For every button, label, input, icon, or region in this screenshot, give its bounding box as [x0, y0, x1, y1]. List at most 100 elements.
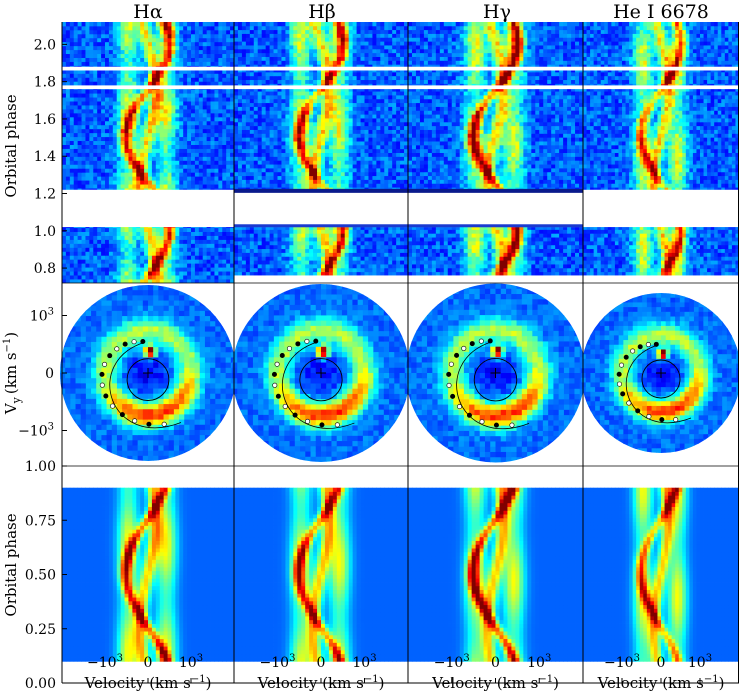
- trailed-pixel: [74, 89, 78, 93]
- trailed-pixel: [82, 172, 86, 176]
- trailed-pixel: [132, 105, 136, 109]
- trailed-pixel: [62, 172, 66, 176]
- trailed-pixel: [62, 184, 66, 188]
- trailed-pixel: [187, 77, 191, 81]
- trailed-pixel: [70, 232, 74, 236]
- trailed-pixel: [132, 93, 136, 97]
- trailed-pixel: [105, 255, 109, 259]
- trailed-pixel: [97, 160, 101, 164]
- trailed-pixel: [144, 156, 148, 160]
- trailed-pixel: [207, 271, 211, 275]
- trailed-pixel: [183, 77, 187, 81]
- trailed-pixel: [66, 105, 70, 109]
- trailed-pixel: [85, 243, 89, 247]
- trailed-pixel: [125, 271, 129, 275]
- trailed-pixel: [187, 129, 191, 133]
- trailed-pixel: [66, 240, 70, 244]
- trailed-pixel: [148, 228, 152, 232]
- trailed-pixel: [132, 117, 136, 121]
- trailed-pixel: [211, 180, 215, 184]
- trailed-pixel: [175, 228, 179, 232]
- trailed-pixel: [78, 125, 82, 129]
- trailed-pixel: [121, 153, 125, 157]
- trailed-pixel: [125, 133, 129, 137]
- trailed-pixel: [85, 153, 89, 157]
- trailed-pixel: [191, 149, 195, 153]
- trailed-pixel: [214, 105, 218, 109]
- trailed-pixel: [207, 247, 211, 251]
- trailed-pixel: [93, 240, 97, 244]
- trailed-pixel: [113, 145, 117, 149]
- trailed-pixel: [171, 263, 175, 267]
- trailed-pixel: [187, 251, 191, 255]
- trailed-pixel: [132, 137, 136, 141]
- trailed-pixel: [74, 109, 78, 113]
- trailed-pixel: [160, 109, 164, 113]
- trailed-pixel: [136, 129, 140, 133]
- trailed-pixel: [125, 267, 129, 271]
- trailed-pixel: [222, 101, 226, 105]
- trailed-pixel: [148, 247, 152, 251]
- trailed-pixel: [74, 93, 78, 97]
- trailed-pixel: [211, 121, 215, 125]
- trailed-pixel: [101, 117, 105, 121]
- trailed-pixel: [214, 97, 218, 101]
- trailed-pixel: [171, 247, 175, 251]
- trailed-pixel: [156, 172, 160, 176]
- trailed-pixel: [74, 121, 78, 125]
- trailed-pixel: [74, 267, 78, 271]
- trailed-pixel: [214, 232, 218, 236]
- trailed-pixel: [187, 255, 191, 259]
- trailed-pixel: [109, 164, 113, 168]
- trailed-pixel: [152, 259, 156, 263]
- trailed-pixel: [171, 125, 175, 129]
- trailed-pixel: [109, 176, 113, 180]
- trailed-pixel: [199, 176, 203, 180]
- trailed-pixel: [183, 125, 187, 129]
- trailed-pixel: [207, 89, 211, 93]
- trailed-pixel: [207, 251, 211, 255]
- trailed-pixel: [195, 156, 199, 160]
- trailed-pixel: [109, 133, 113, 137]
- trailed-pixel: [211, 129, 215, 133]
- trailed-pixel: [191, 160, 195, 164]
- trailed-pixel: [105, 89, 109, 93]
- trailed-pixel: [218, 176, 222, 180]
- trailed-pixel: [128, 121, 132, 125]
- trailed-pixel: [62, 101, 66, 105]
- trailed-pixel: [175, 125, 179, 129]
- trailed-pixel: [214, 184, 218, 188]
- trailed-pixel: [175, 105, 179, 109]
- trailed-pixel: [199, 109, 203, 113]
- trailed-pixel: [78, 137, 82, 141]
- trailed-pixel: [101, 263, 105, 267]
- trailed-pixel: [164, 81, 168, 85]
- trailed-pixel: [89, 117, 93, 121]
- trailed-pixel: [214, 121, 218, 125]
- trailed-pixel: [128, 240, 132, 244]
- trailed-pixel: [121, 228, 125, 232]
- trailed-pixel: [117, 109, 121, 113]
- trailed-pixel: [82, 271, 86, 275]
- trailed-pixel: [218, 105, 222, 109]
- trailed-pixel: [179, 236, 183, 240]
- trailed-pixel: [183, 153, 187, 157]
- trailed-pixel: [164, 149, 168, 153]
- trailed-pixel: [191, 243, 195, 247]
- trailed-pixel: [199, 156, 203, 160]
- trailed-pixel: [211, 271, 215, 275]
- trailed-pixel: [66, 141, 70, 145]
- trailed-pixel: [70, 149, 74, 153]
- trailed-pixel: [70, 251, 74, 255]
- trailed-pixel: [222, 113, 226, 117]
- trailed-pixel: [203, 176, 207, 180]
- trailed-pixel: [171, 153, 175, 157]
- trailed-pixel: [191, 129, 195, 133]
- trailed-pixel: [85, 81, 89, 85]
- trailed-pixel: [121, 77, 125, 81]
- trailed-pixel: [179, 247, 183, 251]
- trailed-pixel: [187, 184, 191, 188]
- trailed-pixel: [207, 232, 211, 236]
- trailed-pixel: [74, 160, 78, 164]
- trailed-pixel: [78, 240, 82, 244]
